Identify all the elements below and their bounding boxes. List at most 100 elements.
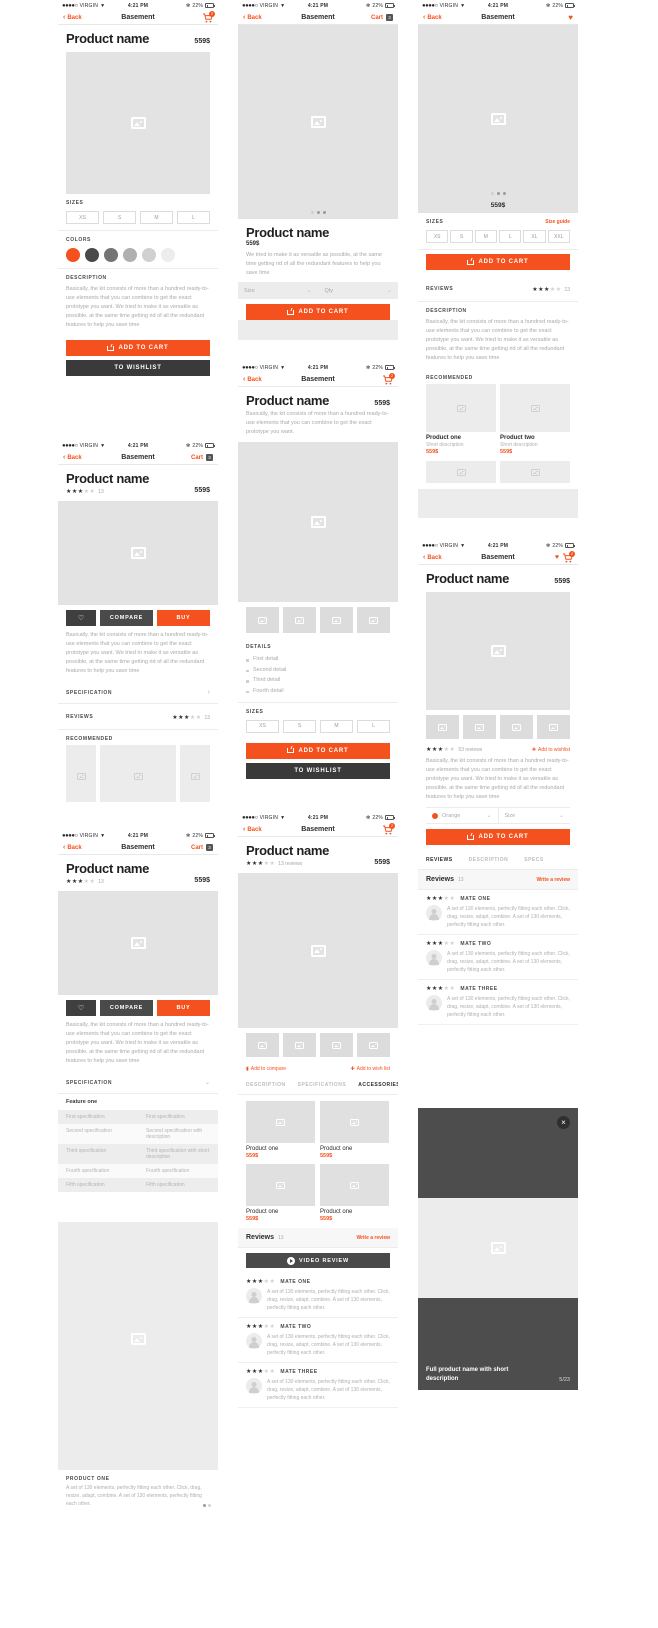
- size-option[interactable]: XS: [66, 211, 99, 224]
- tab-reviews[interactable]: REVIEWS: [426, 857, 453, 863]
- wishlist-button[interactable]: ♡: [66, 1000, 96, 1016]
- thumbnail[interactable]: [426, 715, 459, 739]
- thumbnail[interactable]: [320, 1033, 353, 1057]
- color-swatch[interactable]: [85, 248, 99, 262]
- compare-button[interactable]: COMPARE: [100, 1000, 153, 1016]
- cart-icon[interactable]: 2: [382, 372, 395, 385]
- size-guide-link[interactable]: Size guide: [545, 219, 570, 225]
- size-option[interactable]: XS: [426, 230, 449, 243]
- wishlist-button[interactable]: ♡: [66, 610, 96, 626]
- cart-icon[interactable]: 2: [382, 822, 395, 835]
- to-wishlist-button[interactable]: TO WISHLIST: [66, 360, 210, 377]
- product-image[interactable]: [238, 442, 398, 603]
- reviews-row[interactable]: REVIEWS ★★★★★ 13: [418, 276, 578, 302]
- star-rating[interactable]: ★★★★★: [426, 746, 455, 753]
- pager-dots[interactable]: [203, 1504, 211, 1507]
- cart-link[interactable]: Cart: [371, 15, 383, 21]
- size-option[interactable]: XXL: [547, 230, 570, 243]
- recommended-card[interactable]: Product one Short description 559$: [426, 384, 496, 455]
- product-image[interactable]: [238, 873, 398, 1028]
- buy-button[interactable]: BUY: [157, 1000, 210, 1016]
- specification-row[interactable]: SPECIFICATION ⌄: [58, 1072, 218, 1095]
- size-option[interactable]: XL: [523, 230, 546, 243]
- add-to-cart-button[interactable]: ADD TO CART: [426, 254, 570, 270]
- recommended-item[interactable]: [66, 745, 96, 802]
- color-swatch[interactable]: [66, 248, 80, 262]
- qty-select[interactable]: Qty ⌄: [319, 283, 399, 298]
- specification-row[interactable]: SPECIFICATION ›: [58, 682, 218, 705]
- buy-button[interactable]: BUY: [157, 610, 210, 626]
- tab-specs[interactable]: SPECS: [524, 857, 543, 863]
- accessory-card[interactable]: Product one 559$: [320, 1101, 389, 1159]
- product-image[interactable]: [426, 592, 570, 710]
- write-review-link[interactable]: Write a review: [356, 1235, 390, 1241]
- color-swatch[interactable]: [142, 248, 156, 262]
- size-option[interactable]: L: [498, 230, 522, 243]
- color-swatch[interactable]: [123, 248, 137, 262]
- product-image[interactable]: [58, 501, 218, 605]
- product-image-carousel[interactable]: 559$: [418, 25, 578, 213]
- accessory-card[interactable]: Product one 559$: [246, 1101, 315, 1159]
- star-rating[interactable]: ★★★★★: [66, 879, 95, 885]
- product-image[interactable]: [66, 52, 210, 194]
- carousel-dots[interactable]: [418, 192, 578, 195]
- color-select[interactable]: Orange ⌄: [426, 808, 499, 824]
- size-option[interactable]: L: [357, 719, 390, 733]
- tab-description[interactable]: DESCRIPTION: [469, 857, 509, 863]
- size-option[interactable]: XS: [246, 719, 279, 733]
- star-rating[interactable]: ★★★★★: [246, 861, 275, 867]
- add-to-cart-button[interactable]: ADD TO CART: [426, 829, 570, 846]
- size-select[interactable]: Size ⌄: [499, 808, 571, 823]
- compare-button[interactable]: COMPARE: [100, 610, 153, 626]
- add-to-wishlist-link[interactable]: ✚ Add to wishlist: [532, 747, 570, 753]
- thumbnail[interactable]: [463, 715, 496, 739]
- accessory-card[interactable]: Product one 559$: [246, 1164, 315, 1222]
- size-option[interactable]: M: [140, 211, 173, 224]
- thumbnail[interactable]: [246, 1033, 279, 1057]
- gallery-image[interactable]: [418, 1198, 578, 1298]
- recommended-card[interactable]: [500, 461, 570, 484]
- recommended-item[interactable]: [180, 745, 210, 802]
- thumbnail[interactable]: [537, 715, 570, 739]
- add-to-cart-button[interactable]: ADD TO CART: [66, 340, 210, 357]
- accessory-card[interactable]: Product one 559$: [320, 1164, 389, 1222]
- cart-link[interactable]: Cart: [191, 455, 203, 461]
- star-rating[interactable]: ★★★★★: [66, 489, 95, 495]
- thumbnail[interactable]: [320, 607, 353, 634]
- size-option[interactable]: M: [320, 719, 353, 733]
- heart-icon[interactable]: ♥: [555, 554, 559, 561]
- tab-specifications[interactable]: SPECIFICATIONS: [298, 1082, 347, 1088]
- add-to-wish-list-link[interactable]: ✚ Add to wish list: [350, 1066, 390, 1072]
- add-to-cart-button[interactable]: ADD TO CART: [246, 742, 390, 759]
- add-to-cart-button[interactable]: ADD TO CART: [246, 304, 390, 321]
- recommended-item[interactable]: [100, 745, 176, 802]
- heart-icon[interactable]: ♥: [568, 13, 573, 22]
- color-swatch[interactable]: [161, 248, 175, 262]
- recommended-card[interactable]: [426, 461, 496, 484]
- close-icon[interactable]: ×: [557, 1116, 570, 1129]
- size-option[interactable]: S: [450, 230, 473, 243]
- size-option[interactable]: S: [283, 719, 316, 733]
- product-image-carousel[interactable]: [238, 25, 398, 219]
- cart-link[interactable]: Cart: [191, 845, 203, 851]
- carousel-dots[interactable]: [238, 211, 398, 214]
- write-review-link[interactable]: Write a review: [536, 877, 570, 883]
- thumbnail[interactable]: [357, 1033, 390, 1057]
- tab-description[interactable]: DESCRIPTION: [246, 1082, 286, 1088]
- video-review-button[interactable]: VIDEO REVIEW: [246, 1253, 390, 1268]
- thumbnail[interactable]: [246, 607, 279, 634]
- thumbnail[interactable]: [500, 715, 533, 739]
- thumbnail[interactable]: [283, 607, 316, 634]
- size-option[interactable]: S: [103, 211, 136, 224]
- color-swatch[interactable]: [104, 248, 118, 262]
- size-option[interactable]: M: [474, 230, 497, 243]
- lightbox-image[interactable]: [58, 1222, 218, 1456]
- reviews-row[interactable]: REVIEWS ★★★★★ 13: [58, 704, 218, 731]
- thumbnail[interactable]: [283, 1033, 316, 1057]
- size-select[interactable]: Size ⌄: [238, 283, 319, 299]
- thumbnail[interactable]: [357, 607, 390, 634]
- tab-accessories[interactable]: ACCESSORIES: [358, 1082, 398, 1088]
- recommended-card[interactable]: Product two Short description 559$: [500, 384, 570, 455]
- add-to-compare-link[interactable]: ▮ Add to compare: [246, 1066, 286, 1072]
- product-image[interactable]: [58, 891, 218, 995]
